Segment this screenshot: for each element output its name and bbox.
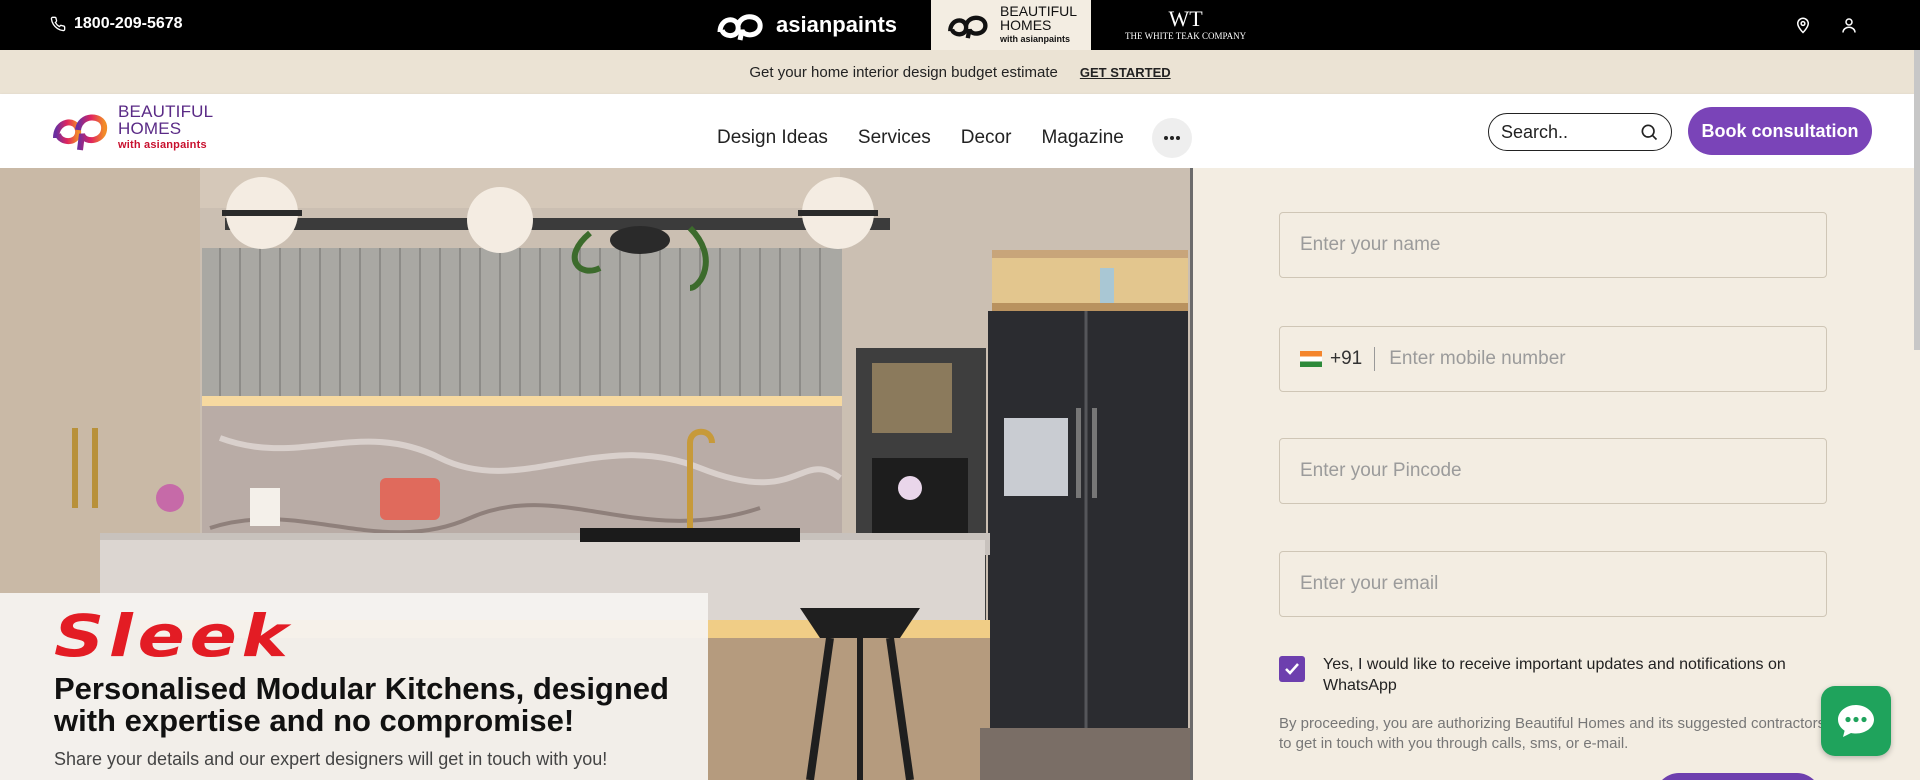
hero-subtext: Share your details and our expert design… xyxy=(54,749,608,769)
ellipsis-icon xyxy=(1163,136,1180,140)
phone-icon xyxy=(50,16,66,32)
asianpaints-wordmark: asianpaints xyxy=(776,12,898,37)
email-placeholder: Enter your email xyxy=(1300,573,1439,594)
beautiful-homes-logo-icon xyxy=(53,114,108,150)
whatsapp-consent-checkbox[interactable] xyxy=(1279,656,1305,682)
checkmark-icon xyxy=(1285,663,1299,675)
asianpaints-logo-icon xyxy=(717,14,763,41)
hero-headline-line-1: Personalised Modular Kitchens, designed xyxy=(54,671,669,706)
hero-banner: Sleek Personalised Modular Kitchens, des… xyxy=(0,168,1193,780)
submit-button[interactable] xyxy=(1655,773,1821,780)
brand-asianpaints-link[interactable]: asianpaints xyxy=(700,0,911,50)
country-code: +91 xyxy=(1330,348,1363,369)
email-field[interactable]: Enter your email xyxy=(1279,551,1827,617)
consent-disclaimer: By proceeding, you are authorizing Beaut… xyxy=(1279,715,1826,752)
bh-line-1: BEAUTIFUL xyxy=(1000,3,1078,19)
nav-magazine[interactable]: Magazine xyxy=(1041,127,1123,149)
bh-line-2: HOMES xyxy=(1000,17,1052,33)
announcement-text: Get your home interior design budget est… xyxy=(749,63,1058,81)
announcement-bar: Get your home interior design budget est… xyxy=(0,50,1920,94)
hero-headline-line-2: with expertise and no compromise! xyxy=(54,703,575,738)
brand-beautiful-homes-link[interactable]: BEAUTIFUL HOMES with asianpaints xyxy=(931,0,1092,50)
whatsapp-consent-label: Yes, I would like to receive important u… xyxy=(1323,656,1786,694)
india-flag-icon xyxy=(1300,351,1322,367)
lead-form: Enter your name +91 Enter mobile number … xyxy=(1193,168,1920,780)
chat-widget-button[interactable] xyxy=(1821,686,1891,756)
search-icon[interactable] xyxy=(1639,122,1659,142)
site-logo[interactable]: BEAUTIFUL HOMES with asianpaints xyxy=(48,103,213,154)
name-placeholder: Enter your name xyxy=(1300,234,1441,255)
logo-line-2: HOMES xyxy=(118,119,182,138)
whatsapp-consent: Yes, I would like to receive important u… xyxy=(1279,654,1839,696)
hero-text-card: Sleek Personalised Modular Kitchens, des… xyxy=(0,593,708,780)
mobile-placeholder: Enter mobile number xyxy=(1389,348,1566,369)
chat-bubble-icon xyxy=(1838,705,1874,737)
nav-decor[interactable]: Decor xyxy=(961,127,1012,149)
mobile-field[interactable]: +91 Enter mobile number xyxy=(1279,326,1827,392)
phone-link[interactable]: 1800-209-5678 xyxy=(50,15,183,33)
nav-design-ideas[interactable]: Design Ideas xyxy=(717,127,828,149)
country-code-selector[interactable]: +91 xyxy=(1300,347,1376,371)
main-nav: Design Ideas Services Decor Magazine xyxy=(717,118,1192,158)
nav-services[interactable]: Services xyxy=(858,127,931,149)
top-bar: 1800-209-5678 asianpaints BEAUTIFUL HOME… xyxy=(0,0,1920,50)
topbar-icons xyxy=(1794,15,1858,35)
search-placeholder: Search.. xyxy=(1501,121,1569,142)
book-consultation-button[interactable]: Book consultation xyxy=(1688,107,1872,155)
bh-sub: with asianpaints xyxy=(1000,34,1071,44)
white-teak-monogram: WT xyxy=(1168,6,1203,31)
page-scrollbar[interactable] xyxy=(1914,50,1920,350)
beautiful-homes-wordmark: BEAUTIFUL HOMES with asianpaints xyxy=(1000,4,1077,46)
pincode-placeholder: Enter your Pincode xyxy=(1300,460,1462,481)
beautiful-homes-logo-icon xyxy=(948,15,988,39)
get-started-link[interactable]: GET STARTED xyxy=(1080,65,1171,80)
hero-headline: Personalised Modular Kitchens, designed … xyxy=(54,673,708,737)
more-menu-button[interactable] xyxy=(1151,118,1192,158)
logo-wordmark: BEAUTIFUL HOMES with asianpaints xyxy=(118,103,213,154)
logo-line-1: BEAUTIFUL xyxy=(118,102,214,121)
site-header: BEAUTIFUL HOMES with asianpaints Design … xyxy=(0,94,1920,168)
phone-number: 1800-209-5678 xyxy=(74,15,183,32)
user-icon[interactable] xyxy=(1840,15,1858,35)
brand-switcher: asianpaints BEAUTIFUL HOMES with asianpa… xyxy=(700,0,1260,50)
brand-white-teak-link[interactable]: WT THE WHITE TEAK COMPANY xyxy=(1111,0,1260,50)
pincode-field[interactable]: Enter your Pincode xyxy=(1279,438,1827,504)
search-input[interactable]: Search.. xyxy=(1488,113,1672,151)
white-teak-name: THE WHITE TEAK COMPANY xyxy=(1125,31,1247,41)
logo-sub: with asianpaints xyxy=(118,139,207,151)
name-field[interactable]: Enter your name xyxy=(1279,212,1827,278)
location-pin-icon[interactable] xyxy=(1794,15,1812,35)
sleek-brand-title: Sleek xyxy=(54,602,293,670)
